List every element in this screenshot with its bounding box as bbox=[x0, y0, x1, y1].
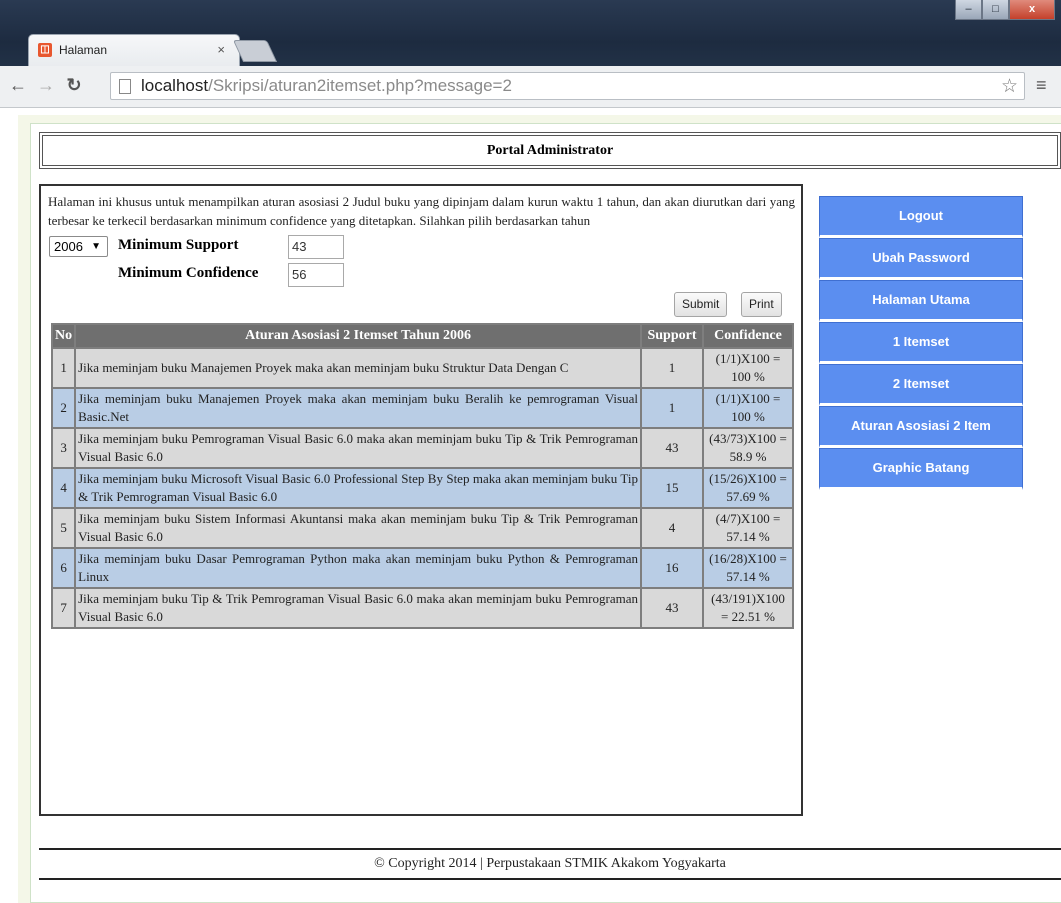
tab-close-icon[interactable]: × bbox=[217, 42, 225, 57]
page-footer: © Copyright 2014 | Perpustakaan STMIK Ak… bbox=[39, 848, 1061, 880]
cell-support: 16 bbox=[642, 549, 702, 587]
table-row: 7 Jika meminjam buku Tip & Trik Pemrogra… bbox=[53, 589, 792, 627]
rules-table: No Aturan Asosiasi 2 Itemset Tahun 2006 … bbox=[51, 323, 794, 629]
cell-confidence: (1/1)X100 = 100 % bbox=[704, 349, 792, 387]
cell-no: 1 bbox=[53, 349, 75, 387]
chevron-down-icon: ▼ bbox=[91, 241, 101, 252]
cell-rule: Jika meminjam buku Microsoft Visual Basi… bbox=[76, 469, 640, 507]
header-rule: Aturan Asosiasi 2 Itemset Tahun 2006 bbox=[76, 325, 640, 347]
print-button[interactable]: Print bbox=[741, 292, 782, 317]
cell-confidence: (43/191)X100 = 22.51 % bbox=[704, 589, 792, 627]
table-row: 6 Jika meminjam buku Dasar Pemrograman P… bbox=[53, 549, 792, 587]
cell-confidence: (16/28)X100 = 57.14 % bbox=[704, 549, 792, 587]
year-select-value: 2006 bbox=[54, 239, 83, 254]
menu-item-1-itemset[interactable]: 1 Itemset bbox=[819, 322, 1023, 364]
cell-confidence: (1/1)X100 = 100 % bbox=[704, 389, 792, 427]
cell-no: 3 bbox=[53, 429, 75, 467]
browser-toolbar: ← → ↻ localhost/Skripsi/aturan2itemset.p… bbox=[0, 66, 1061, 108]
menu-item-logout[interactable]: Logout bbox=[819, 196, 1023, 238]
cell-no: 4 bbox=[53, 469, 75, 507]
cell-no: 5 bbox=[53, 509, 75, 547]
browser-menu-icon[interactable]: ≡ bbox=[1036, 75, 1047, 96]
cell-support: 1 bbox=[642, 349, 702, 387]
menu-item-halaman-utama[interactable]: Halaman Utama bbox=[819, 280, 1023, 322]
cell-rule: Jika meminjam buku Pemrograman Visual Ba… bbox=[76, 429, 640, 467]
action-buttons: Submit Print bbox=[48, 290, 795, 320]
portal-title: Portal Administrator bbox=[42, 135, 1058, 166]
cell-support: 15 bbox=[642, 469, 702, 507]
maximize-button[interactable]: □ bbox=[982, 0, 1009, 20]
table-row: 3 Jika meminjam buku Pemrograman Visual … bbox=[53, 429, 792, 467]
year-select[interactable]: 2006 ▼ bbox=[49, 236, 108, 257]
page-icon bbox=[119, 79, 131, 94]
back-arrow-icon[interactable]: ← bbox=[8, 75, 28, 96]
cell-no: 6 bbox=[53, 549, 75, 587]
table-row: 2 Jika meminjam buku Manajemen Proyek ma… bbox=[53, 389, 792, 427]
table-row: 4 Jika meminjam buku Microsoft Visual Ba… bbox=[53, 469, 792, 507]
cell-support: 4 bbox=[642, 509, 702, 547]
bookmark-star-icon[interactable]: ☆ bbox=[1001, 74, 1018, 100]
table-row: 1 Jika meminjam buku Manajemen Proyek ma… bbox=[53, 349, 792, 387]
table-row: 5 Jika meminjam buku Sistem Informasi Ak… bbox=[53, 509, 792, 547]
min-support-input[interactable]: 43 bbox=[288, 235, 344, 259]
window-controls: – □ x bbox=[955, 0, 1055, 22]
url-text: localhost/Skripsi/aturan2itemset.php?mes… bbox=[141, 76, 512, 95]
header-no: No bbox=[53, 325, 75, 347]
support-row: 2006 ▼ Minimum Support 43 bbox=[48, 234, 795, 262]
forward-arrow-icon[interactable]: → bbox=[36, 75, 56, 96]
browser-titlebar: ◫ Halaman × – □ x bbox=[0, 0, 1061, 70]
cell-rule: Jika meminjam buku Sistem Informasi Akun… bbox=[76, 509, 640, 547]
close-window-button[interactable]: x bbox=[1009, 0, 1055, 20]
page-viewport: Portal Administrator Halaman ini khusus … bbox=[18, 115, 1061, 903]
table-header-row: No Aturan Asosiasi 2 Itemset Tahun 2006 … bbox=[53, 325, 792, 347]
address-bar[interactable]: localhost/Skripsi/aturan2itemset.php?mes… bbox=[110, 72, 1025, 100]
cell-no: 2 bbox=[53, 389, 75, 427]
reload-icon[interactable]: ↻ bbox=[64, 75, 84, 96]
cell-confidence: (43/73)X100 = 58.9 % bbox=[704, 429, 792, 467]
tab-title: Halaman bbox=[59, 43, 108, 57]
cell-support: 43 bbox=[642, 589, 702, 627]
menu-item-ubah-password[interactable]: Ubah Password bbox=[819, 238, 1023, 280]
min-support-label: Minimum Support bbox=[118, 237, 239, 253]
minimize-button[interactable]: – bbox=[955, 0, 982, 20]
min-confidence-label: Minimum Confidence bbox=[118, 265, 259, 281]
header-confidence: Confidence bbox=[704, 325, 792, 347]
menu-item-2-itemset[interactable]: 2 Itemset bbox=[819, 364, 1023, 406]
cell-rule: Jika meminjam buku Tip & Trik Pemrograma… bbox=[76, 589, 640, 627]
confidence-row: Minimum Confidence 56 bbox=[48, 262, 795, 290]
tab-favicon-icon: ◫ bbox=[38, 43, 52, 57]
side-menu: Logout Ubah Password Halaman Utama 1 Ite… bbox=[819, 196, 1023, 490]
menu-item-graphic-batang[interactable]: Graphic Batang bbox=[819, 448, 1023, 490]
cell-rule: Jika meminjam buku Manajemen Proyek maka… bbox=[76, 389, 640, 427]
cell-support: 1 bbox=[642, 389, 702, 427]
menu-item-aturan-asosiasi[interactable]: Aturan Asosiasi 2 Item bbox=[819, 406, 1023, 448]
portal-header: Portal Administrator bbox=[39, 132, 1061, 169]
browser-tab[interactable]: ◫ Halaman × bbox=[28, 34, 240, 66]
cell-no: 7 bbox=[53, 589, 75, 627]
cell-confidence: (15/26)X100 = 57.69 % bbox=[704, 469, 792, 507]
main-content: Halaman ini khusus untuk menampilkan atu… bbox=[39, 184, 803, 816]
submit-button[interactable]: Submit bbox=[674, 292, 728, 317]
intro-text: Halaman ini khusus untuk menampilkan atu… bbox=[48, 194, 795, 228]
cell-rule: Jika meminjam buku Dasar Pemrograman Pyt… bbox=[76, 549, 640, 587]
cell-confidence: (4/7)X100 = 57.14 % bbox=[704, 509, 792, 547]
page-frame: Portal Administrator Halaman ini khusus … bbox=[30, 123, 1061, 903]
cell-rule: Jika meminjam buku Manajemen Proyek maka… bbox=[76, 349, 640, 387]
header-support: Support bbox=[642, 325, 702, 347]
cell-support: 43 bbox=[642, 429, 702, 467]
min-confidence-input[interactable]: 56 bbox=[288, 263, 344, 287]
